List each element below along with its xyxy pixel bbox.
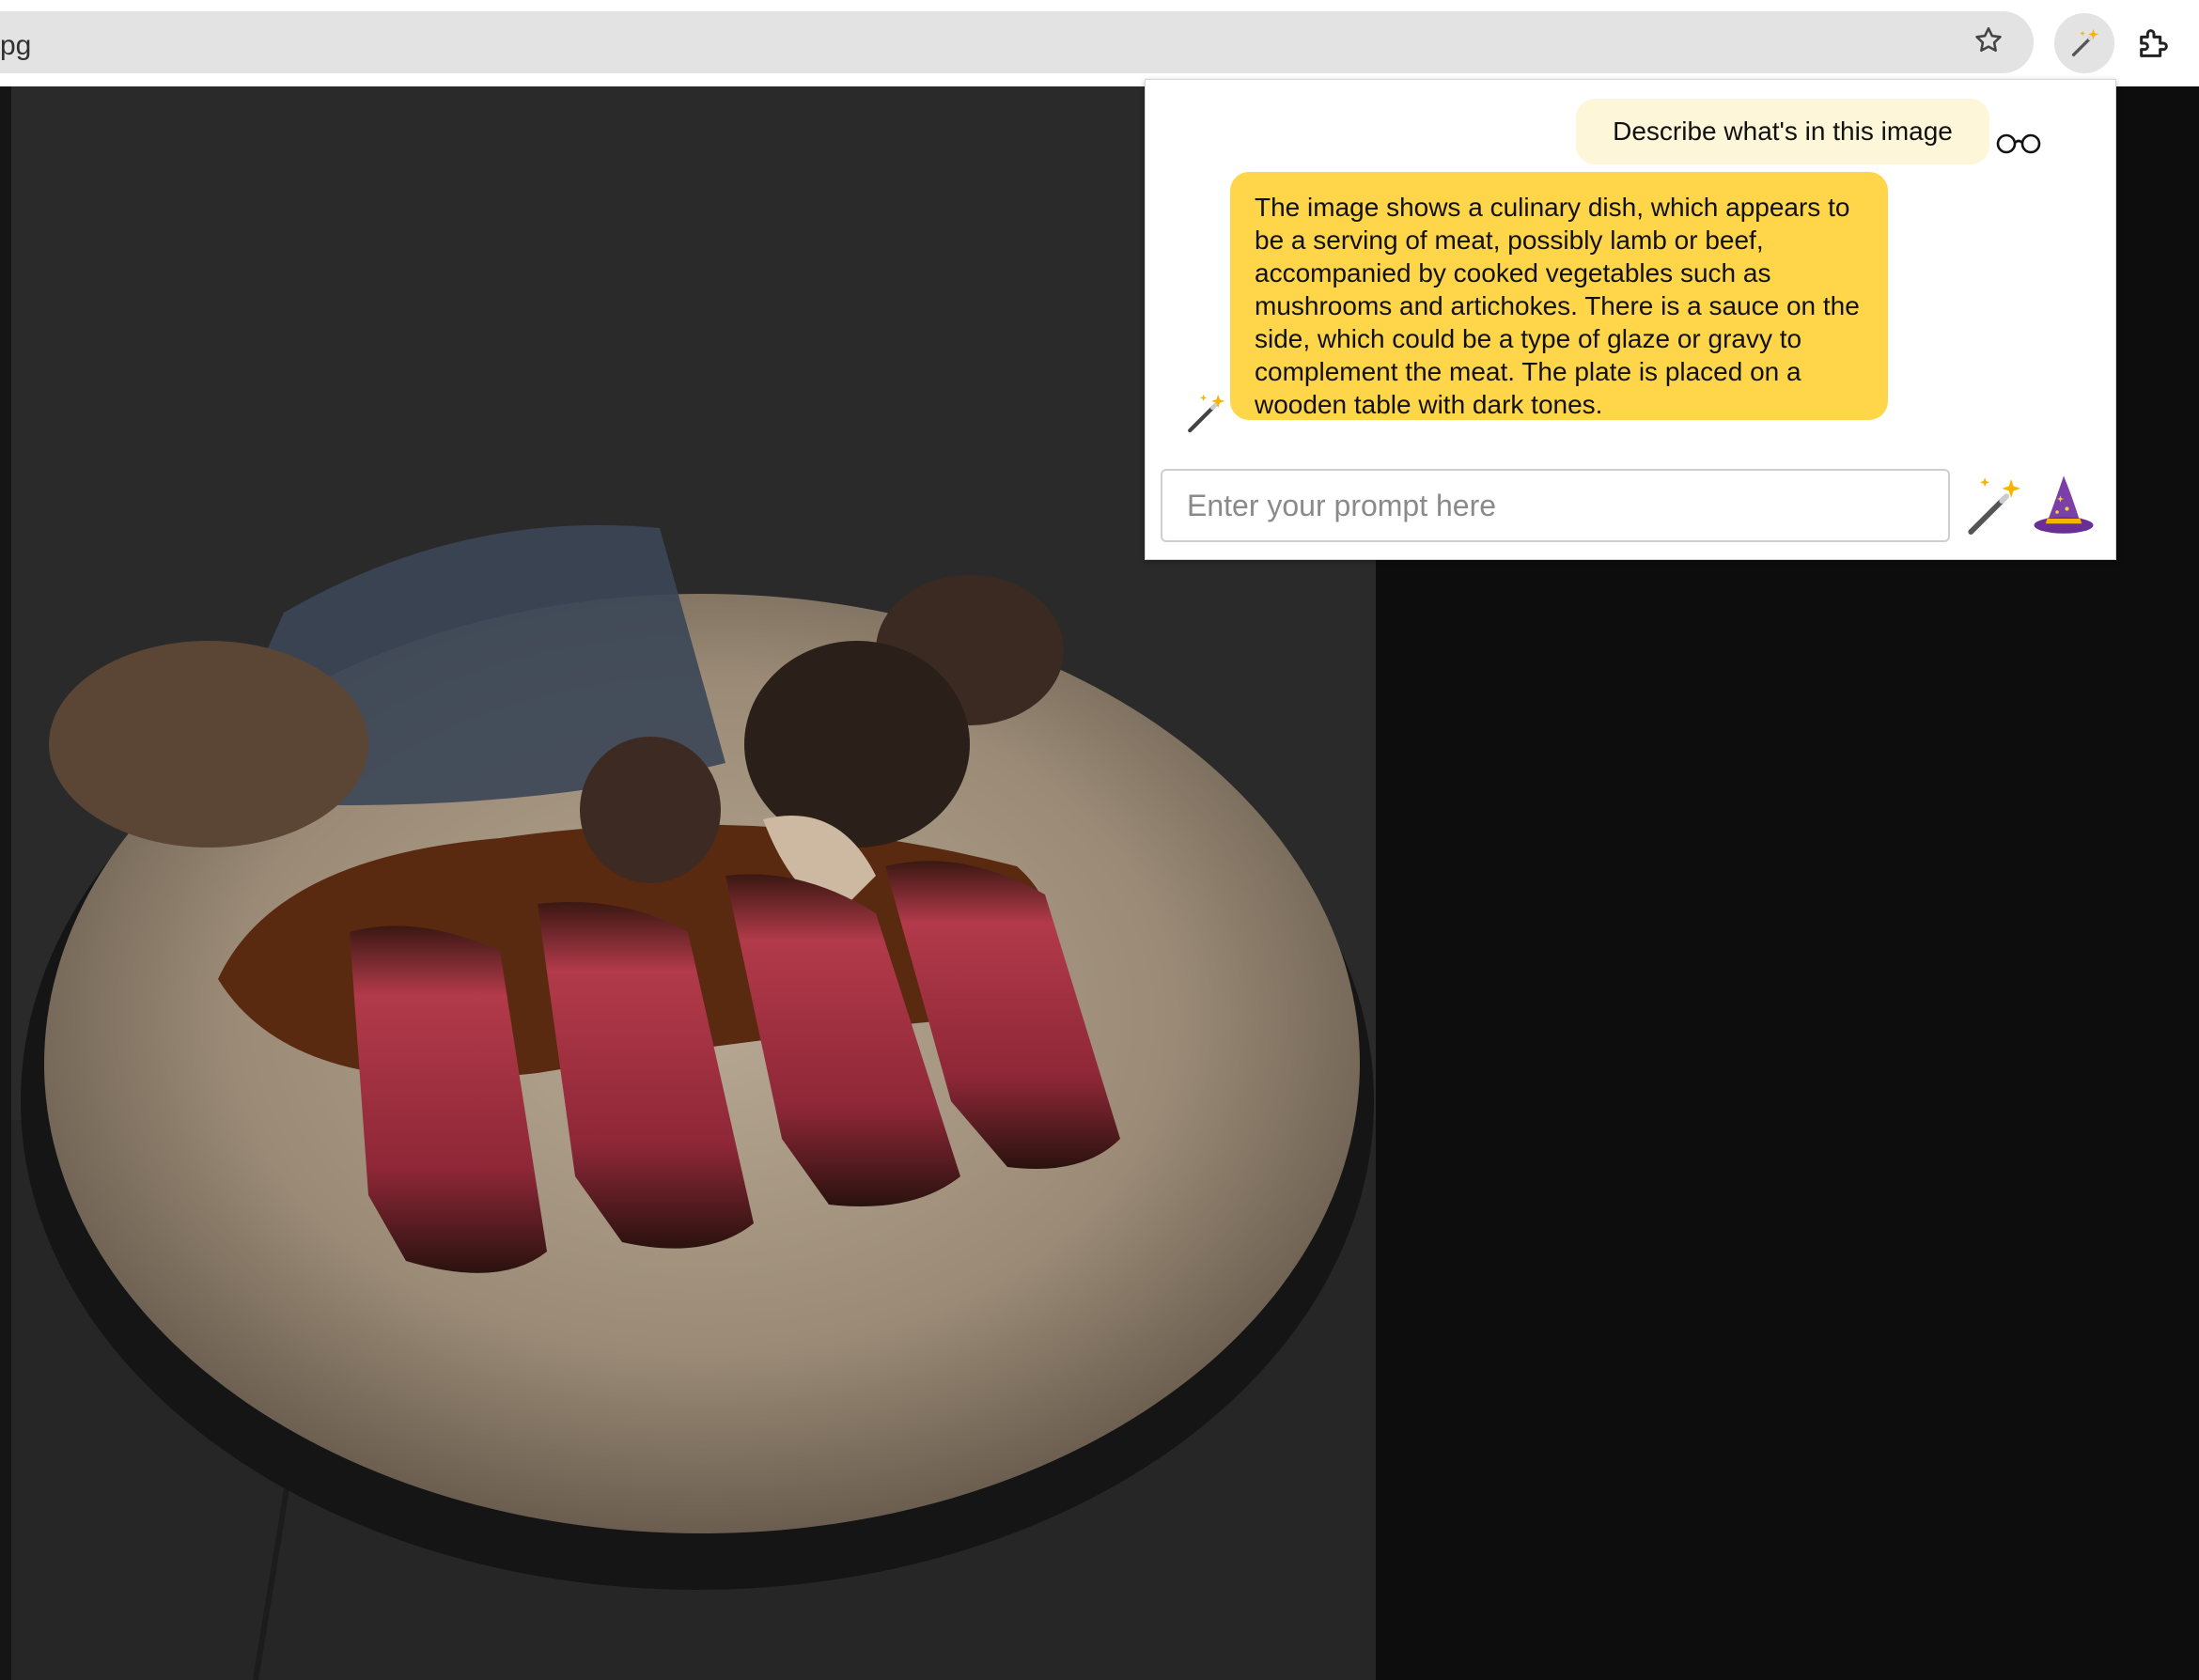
wizard-hat-icon[interactable] <box>2031 473 2097 538</box>
glasses-icon <box>1996 133 2041 154</box>
prompt-input[interactable] <box>1161 469 1950 542</box>
browser-toolbar: pg <box>0 0 2199 86</box>
magic-wand-icon <box>1188 394 1225 433</box>
magic-wand-icon[interactable] <box>1963 474 2025 537</box>
assistant-message-bubble: The image shows a culinary dish, which a… <box>1230 172 1888 420</box>
magic-wand-extension-icon[interactable] <box>2054 13 2114 73</box>
puzzle-icon[interactable] <box>2131 21 2176 66</box>
ai-assistant-popup: Describe what's in this image The image … <box>1145 79 2116 560</box>
address-bar[interactable]: pg <box>0 11 2034 73</box>
user-message-bubble: Describe what's in this image <box>1576 99 1989 164</box>
address-text[interactable]: pg <box>0 30 31 62</box>
page-edge <box>0 86 11 1680</box>
bookmark-star-icon[interactable] <box>1968 20 2009 61</box>
